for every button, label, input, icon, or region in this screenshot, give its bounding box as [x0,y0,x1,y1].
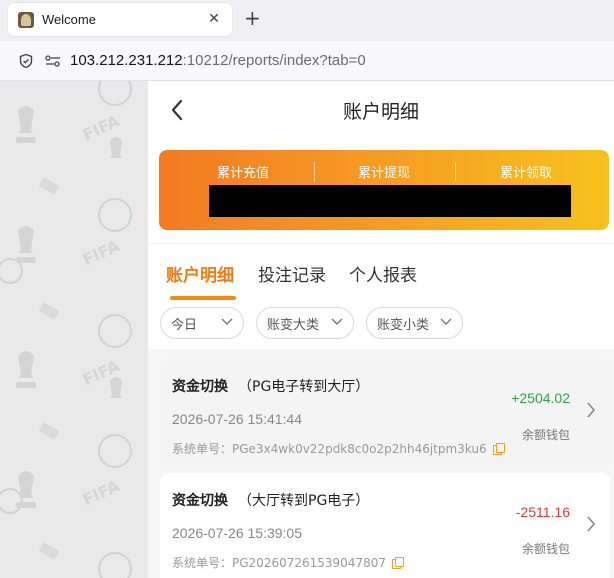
minor-type-filter-value: 账变小类 [377,317,430,333]
account-details-app: 账户明细 累计充值 累计提现 累计领取 账户明细 投注记录 个人报表 今日 账变… [148,81,614,578]
browser-tab-strip: Welcome ✕ + [0,0,614,41]
total-withdraw-label: 累计提现 [357,166,410,181]
chevron-right-icon[interactable] [586,515,596,533]
new-tab-button[interactable]: + [244,8,261,28]
record-wallet: 余额钱包 [521,428,570,442]
record-time: 2026-07-26 15:41:44 [172,411,302,427]
chevron-right-icon[interactable] [586,401,596,419]
browser-tab-title: Welcome [42,12,96,27]
record-time: 2026-07-26 15:39:05 [172,525,302,541]
record-order: 系统单号：PG202607261539047807 [172,554,404,571]
record-title: 资金切换 （PG电子转到大厅） [172,376,369,396]
record-type: 资金切换 [172,379,228,395]
svg-text:FIFA: FIFA [80,236,123,270]
order-number: PG202607261539047807 [232,556,386,570]
page-title: 账户明细 [342,101,419,123]
permissions-icon[interactable] [44,53,62,69]
date-filter-select[interactable]: 今日 [160,307,244,339]
url-text[interactable]: 103.212.231.212:10212/reports/index?tab=… [70,52,366,69]
tab-personal-report[interactable]: 个人报表 [349,261,417,286]
order-number: PGe3x4wk0v22pdk8c0o2p2hh46jtpm3ku6 [232,442,487,456]
record-title: 资金切换 （大厅转到PG电子） [172,490,369,510]
url-path: :10212/reports/index?tab=0 [182,52,366,69]
redacted-amounts [209,185,571,217]
major-type-filter-value: 账变大类 [267,317,320,333]
address-bar[interactable]: 103.212.231.212:10212/reports/index?tab=… [0,41,614,81]
order-label: 系统单号： [172,442,233,456]
background-pattern: FIFA FIFA FIFA FIFA [0,81,148,578]
browser-tab[interactable]: Welcome ✕ [8,3,232,36]
total-recharge-label: 累计充值 [216,166,269,181]
url-host: 103.212.231.212 [70,52,183,69]
record-amount: -2511.16 [515,504,570,520]
total-claim-label: 累计领取 [499,166,552,181]
major-type-filter-select[interactable]: 账变大类 [256,307,354,339]
copy-icon[interactable] [391,557,404,569]
list-item[interactable]: 资金切换 （大厅转到PG电子） 2026-07-26 15:39:05 系统单号：… [160,473,610,578]
close-tab-icon[interactable]: ✕ [206,11,222,27]
active-tab-indicator [170,296,236,300]
trophy-football-pattern-icon: FIFA FIFA FIFA FIFA [0,81,132,578]
chevron-down-icon [221,318,233,325]
record-list: 资金切换 （PG电子转到大厅） 2026-07-26 15:41:44 系统单号：… [148,349,614,578]
record-amount: +2504.02 [511,390,570,406]
page-header: 账户明细 [148,81,614,139]
list-item[interactable]: 资金切换 （PG电子转到大厅） 2026-07-26 15:41:44 系统单号：… [160,359,610,471]
date-filter-value: 今日 [171,317,198,333]
minor-type-filter-select[interactable]: 账变小类 [366,307,463,339]
shield-icon[interactable] [18,53,34,69]
copy-icon[interactable] [492,443,505,455]
record-wallet: 余额钱包 [521,542,570,556]
filter-bar: 今日 账变大类 账变小类 [148,305,614,341]
site-favicon-icon [18,11,34,28]
record-order: 系统单号：PGe3x4wk0v22pdk8c0o2p2hh46jtpm3ku6 [172,440,505,457]
record-detail: （PG电子转到大厅） [238,379,370,395]
tab-account-details[interactable]: 账户明细 [166,261,234,286]
summary-card: 累计充值 累计提现 累计领取 [159,150,609,230]
record-type: 资金切换 [172,493,228,509]
chevron-down-icon [440,318,452,325]
svg-text:FIFA: FIFA [80,476,123,510]
chevron-down-icon [331,318,343,325]
order-label: 系统单号： [172,556,233,570]
tab-bet-records[interactable]: 投注记录 [258,261,326,286]
record-tabs: 账户明细 投注记录 个人报表 [148,244,614,302]
record-detail: （大厅转到PG电子） [238,493,370,509]
